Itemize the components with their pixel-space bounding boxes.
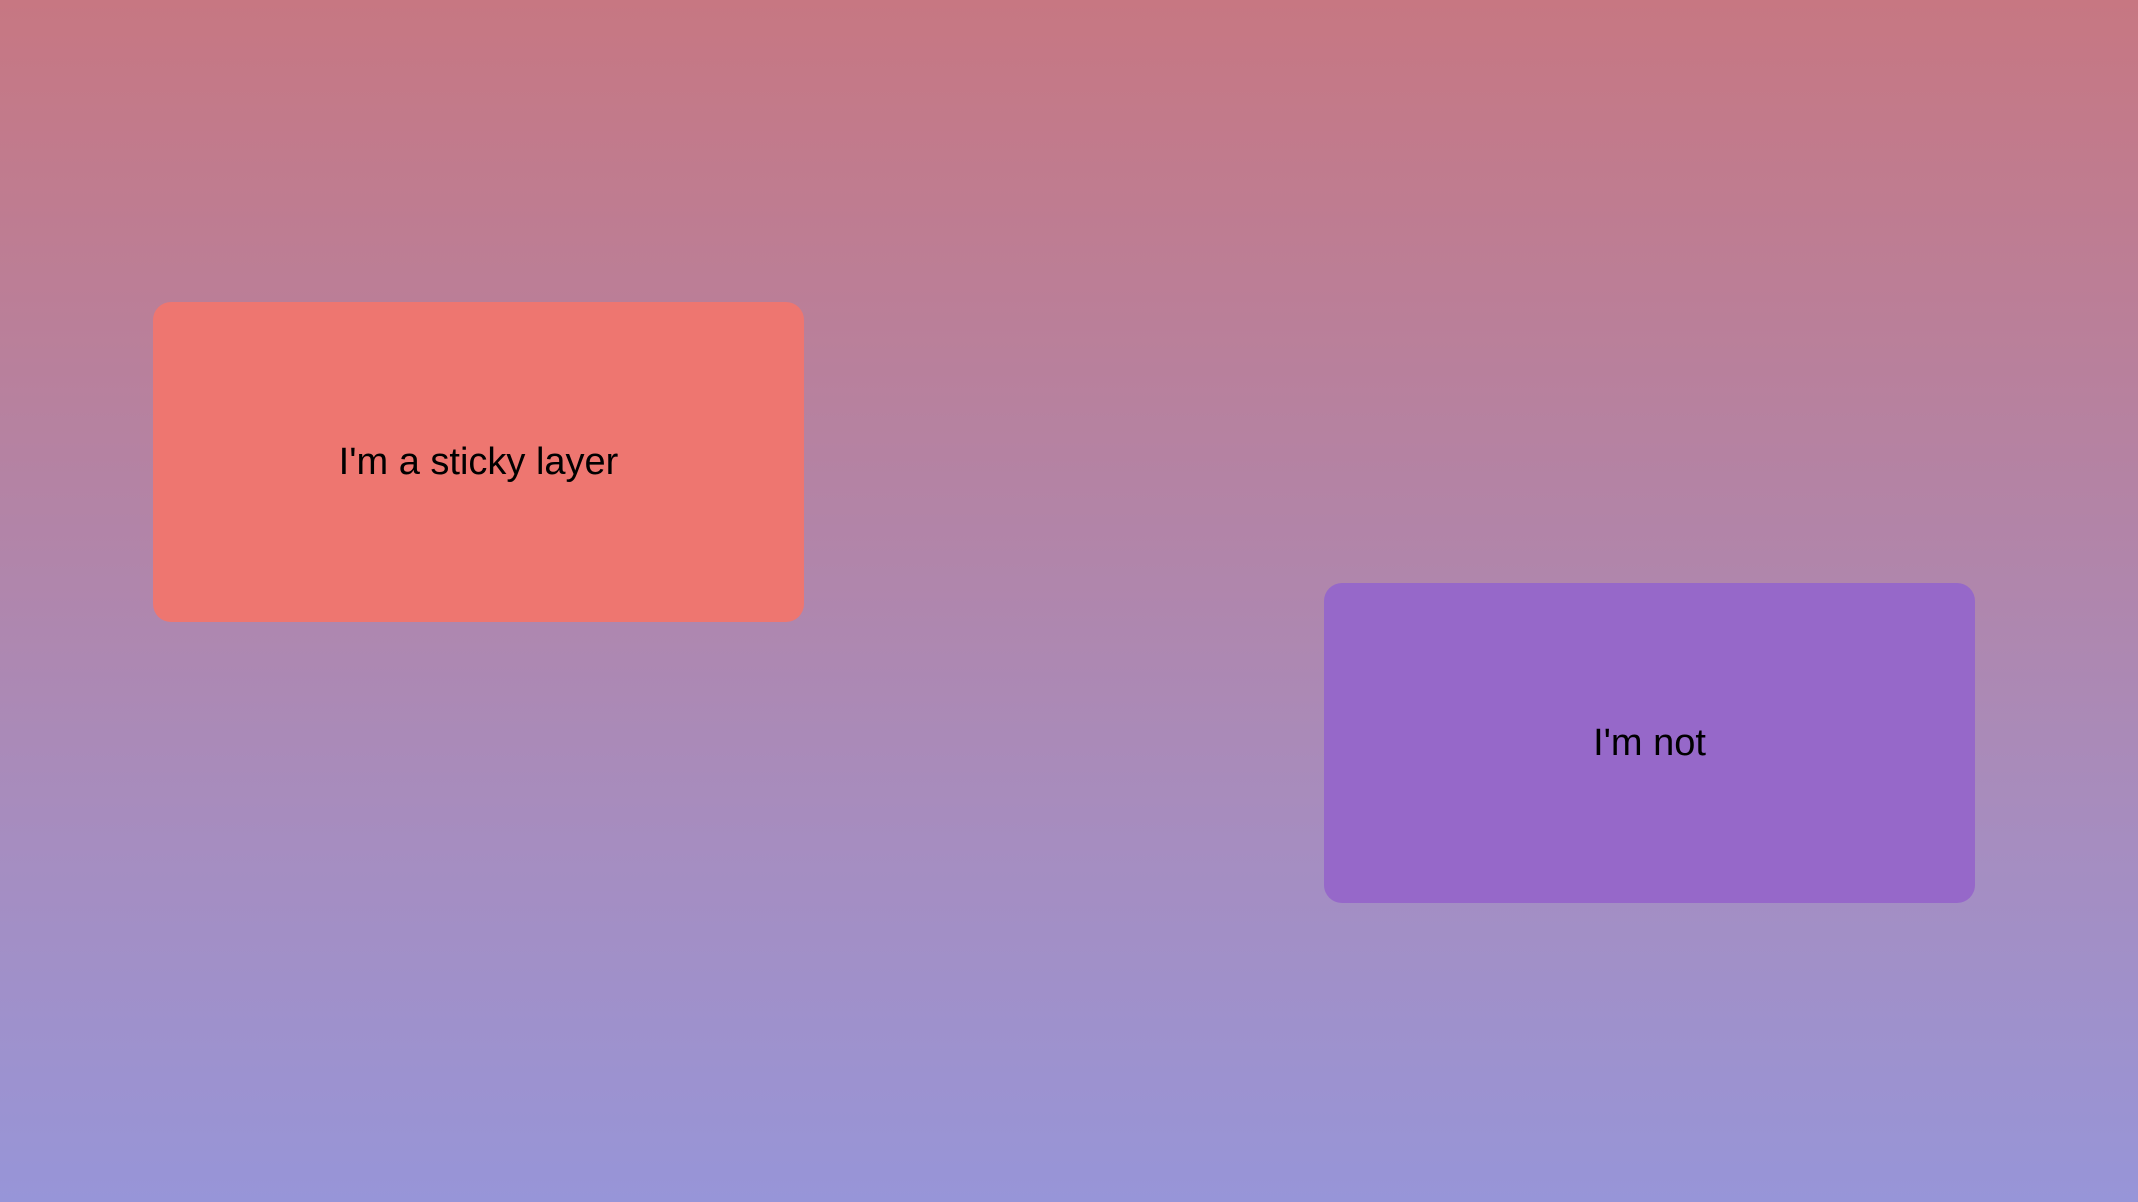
sticky-layer-label: I'm a sticky layer — [338, 440, 619, 483]
non-sticky-layer-label: I'm not — [1593, 721, 1706, 764]
non-sticky-layer: I'm not — [1324, 583, 1975, 903]
sticky-layer: I'm a sticky layer — [153, 302, 804, 622]
